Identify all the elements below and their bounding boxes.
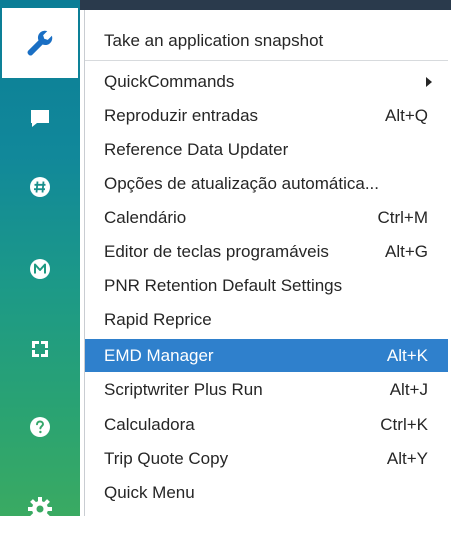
menu-item-calculadora[interactable]: Calculadora Ctrl+K: [85, 408, 448, 441]
menu-item-label: Reproduzir entradas: [104, 105, 259, 125]
menu-item-calendario[interactable]: Calendário Ctrl+M: [85, 201, 448, 234]
menu-item-label: Scriptwriter Plus Run: [104, 379, 263, 399]
m-button[interactable]: [0, 236, 80, 302]
menu-item-opcoes-atualizacao[interactable]: Opções de atualização automática...: [85, 167, 448, 200]
menu-item-label: EMD Manager: [104, 345, 214, 365]
m-badge-icon: [30, 259, 50, 279]
menu-item-emd-manager[interactable]: EMD Manager Alt+K: [85, 339, 448, 372]
tools-dropdown-menu: Take an application snapshot QuickComman…: [84, 10, 448, 516]
menu-item-rapid-reprice[interactable]: Rapid Reprice: [85, 303, 448, 336]
menu-item-reproduzir-entradas[interactable]: Reproduzir entradas Alt+Q: [85, 99, 448, 132]
menu-item-quickcommands[interactable]: QuickCommands: [85, 65, 448, 98]
menu-item-shortcut: Alt+G: [385, 241, 428, 261]
hash-icon: [30, 177, 50, 197]
menu-item-label: Calendário: [104, 207, 187, 227]
menu-separator: [85, 60, 448, 61]
menu-item-label: Take an application snapshot: [104, 30, 324, 50]
menu-item-label: Opções de atualização automática...: [104, 173, 379, 193]
submenu-arrow-icon: [426, 76, 432, 87]
refresh-icon: [32, 341, 48, 357]
help-button[interactable]: [0, 394, 80, 460]
wrench-icon: [27, 30, 53, 56]
chat-icon: [31, 110, 49, 127]
tools-button[interactable]: [2, 8, 78, 78]
menu-item-label: Quick Menu: [104, 482, 195, 502]
menu-item-shortcut: Alt+Q: [385, 105, 428, 125]
menu-item-pnr-retention[interactable]: PNR Retention Default Settings: [85, 269, 448, 302]
menu-item-shortcut: Alt+J: [389, 379, 428, 399]
menu-item-label: Rapid Reprice: [104, 309, 212, 329]
menu-item-label: Reference Data Updater: [104, 139, 289, 159]
menu-item-shortcut: Alt+K: [386, 345, 428, 365]
messages-button[interactable]: [0, 86, 80, 152]
title-bar-strip: [80, 0, 451, 10]
menu-item-shortcut: Ctrl+K: [380, 414, 428, 434]
menu-item-label: QuickCommands: [104, 71, 235, 91]
refresh-button[interactable]: [0, 316, 80, 382]
menu-item-label: Calculadora: [104, 414, 195, 434]
menu-item-editor-teclas[interactable]: Editor de teclas programáveis Alt+G: [85, 235, 448, 268]
menu-item-scriptwriter-plus-run[interactable]: Scriptwriter Plus Run Alt+J: [85, 373, 448, 406]
settings-button[interactable]: [0, 476, 80, 542]
menu-item-shortcut: Ctrl+M: [377, 207, 428, 227]
hash-button[interactable]: [0, 154, 80, 220]
menu-item-shortcut: Alt+Y: [386, 448, 428, 468]
menu-item-label: Trip Quote Copy: [104, 448, 229, 468]
menu-item-label: PNR Retention Default Settings: [104, 275, 343, 295]
menu-item-quick-menu[interactable]: Quick Menu: [85, 476, 448, 509]
sidebar: [0, 0, 80, 521]
gear-icon: [28, 497, 52, 521]
menu-item-label: Editor de teclas programáveis: [104, 241, 329, 261]
menu-item-reference-data-updater[interactable]: Reference Data Updater: [85, 133, 448, 166]
help-icon: [30, 417, 50, 437]
menu-item-trip-quote-copy[interactable]: Trip Quote Copy Alt+Y: [85, 442, 448, 475]
menu-item-take-snapshot[interactable]: Take an application snapshot: [85, 24, 448, 57]
